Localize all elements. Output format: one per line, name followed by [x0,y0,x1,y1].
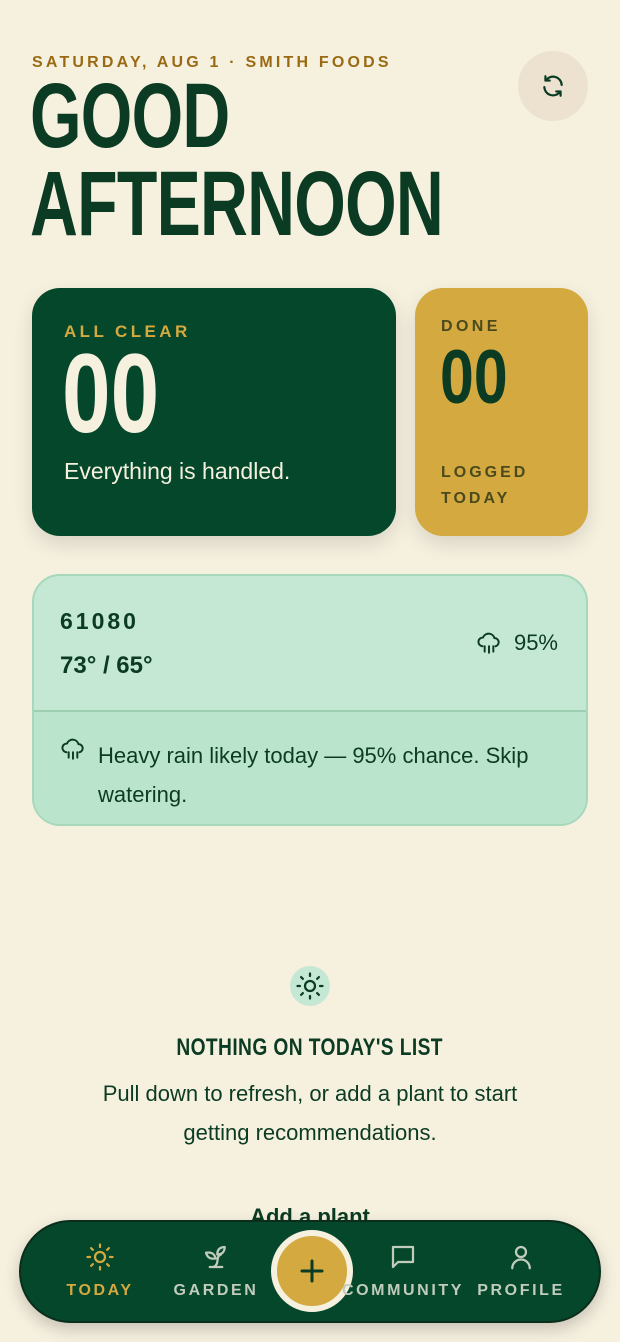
done-card: DONE 00 LOGGED TODAY [415,288,588,536]
all-clear-count: 00 [62,331,160,456]
tab-profile-label: PROFILE [477,1282,565,1299]
tab-bar: TODAY GARDEN COMMUNITY PROFILE [19,1220,601,1323]
rain-cloud-icon [477,632,500,654]
done-foot: LOGGED TODAY [441,460,571,512]
greeting-line2: AFTERNOON [30,153,444,255]
greeting-line1: GOOD [30,65,230,167]
add-fab-button[interactable] [271,1230,353,1312]
weather-alert-text: Heavy rain likely today — 95% chance. Sk… [98,743,529,807]
done-foot-line1: LOGGED [441,464,529,481]
rain-cloud-icon [61,738,84,760]
done-count: 00 [440,335,508,420]
empty-state-icon-wrap [290,966,330,1006]
rain-chance-value: 95% [513,630,558,655]
greeting: GOOD AFTERNOON [30,65,444,255]
empty-state-title: NOTHING ON TODAY'S LIST [0,1034,620,1062]
weather-card: 61080 73° / 65° 95% Heavy rain likely to… [32,574,588,826]
plus-icon [300,1259,324,1283]
tab-garden-label: GARDEN [173,1282,259,1299]
done-foot-line2: TODAY [441,490,511,507]
all-clear-caption: Everything is handled. [64,458,291,484]
weather-summary: 61080 73° / 65° 95% [34,576,586,712]
sun-icon [296,972,324,1000]
empty-state-title-text: NOTHING ON TODAY'S LIST [176,1034,444,1061]
sprout-icon [204,1245,226,1269]
weather-zip: 61080 [60,608,139,634]
empty-state-body: Pull down to refresh, or add a plant to … [102,1081,518,1145]
tab-profile[interactable]: PROFILE [477,1222,562,1321]
tab-today-label: TODAY [66,1282,134,1299]
chat-bubble-icon [391,1245,415,1269]
user-icon [511,1245,531,1270]
sun-icon [86,1243,114,1271]
tab-community-label: COMMUNITY [341,1282,465,1299]
tab-today[interactable]: TODAY [60,1222,140,1321]
tab-garden[interactable]: GARDEN [173,1222,259,1321]
refresh-icon [543,75,563,97]
refresh-button[interactable] [518,51,588,121]
all-clear-card: ALL CLEAR 00 Everything is handled. [32,288,396,536]
done-eyebrow: DONE [441,318,501,335]
weather-alert: Heavy rain likely today — 95% chance. Sk… [34,712,586,824]
weather-temps: 73° / 65° [60,652,153,679]
tab-community[interactable]: COMMUNITY [342,1222,461,1321]
rain-chance: 95% [476,630,558,656]
